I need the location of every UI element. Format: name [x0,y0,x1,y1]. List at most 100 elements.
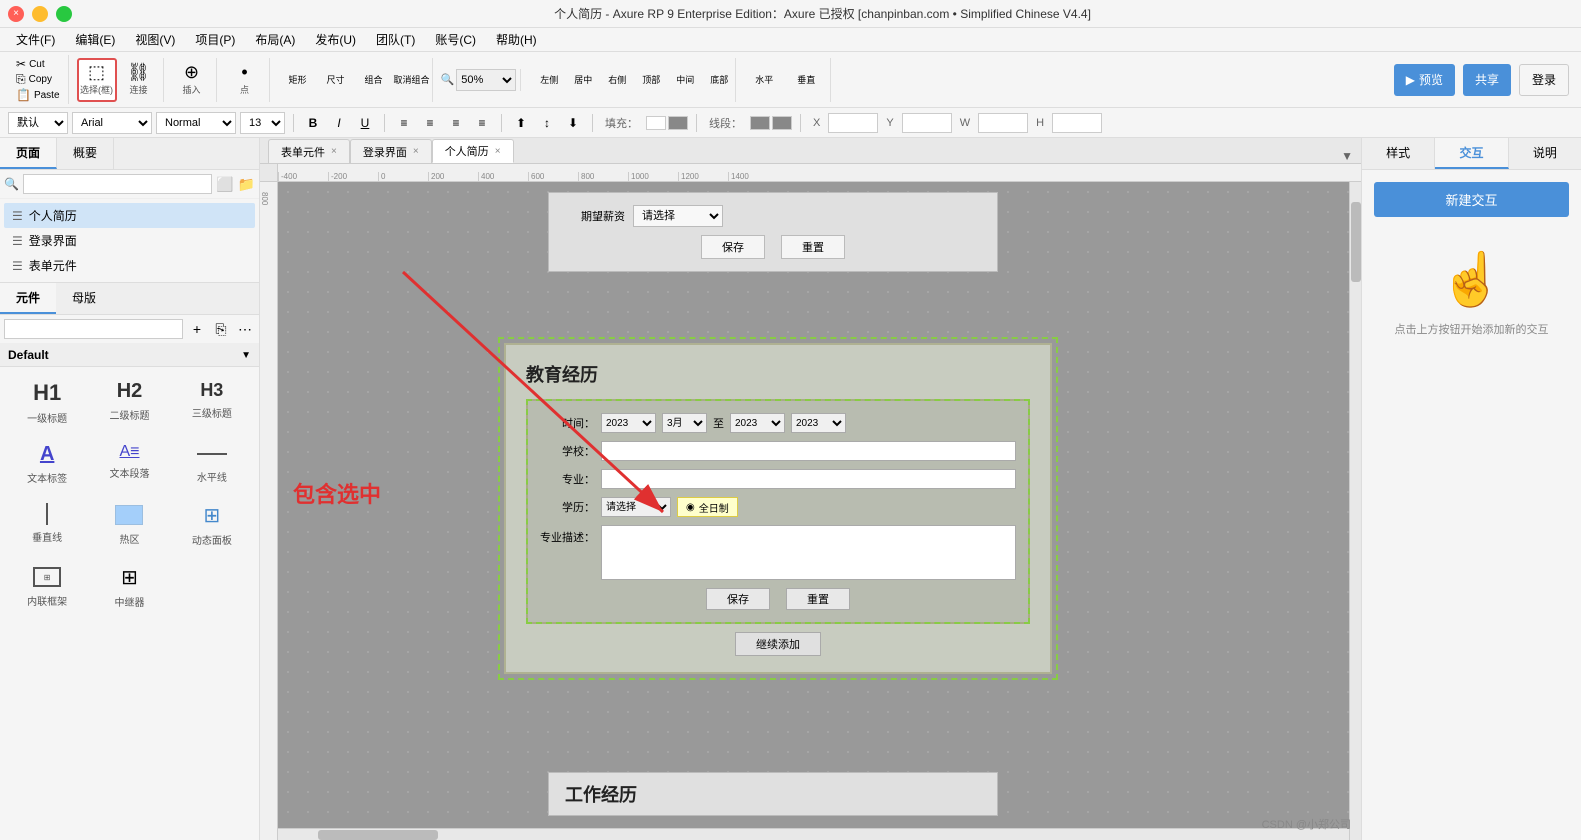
select-tool-button[interactable]: ⬚ 选择(框) [77,58,117,102]
component-v-line[interactable]: 垂直线 [8,494,86,552]
point-button[interactable]: • 点 [225,58,265,102]
tab-form-elements[interactable]: 表单元件 × [268,139,350,163]
desc-textarea[interactable] [601,525,1016,580]
tab-note[interactable]: 说明 [1509,138,1581,169]
preview-button[interactable]: ▶预览 [1394,64,1455,96]
menu-project[interactable]: 项目(P) [187,29,243,50]
distribute-v-button[interactable]: 垂直 [786,58,826,102]
valign-bottom-button[interactable]: ⬇ [562,112,584,134]
page-add-icon[interactable]: ⬜ [216,176,233,193]
salary-reset-button[interactable]: 重置 [781,235,845,259]
cut-button[interactable]: ✂Cut [16,57,60,71]
menu-view[interactable]: 视图(V) [127,29,183,50]
full-time-option[interactable]: ◉ 全日制 [677,497,738,517]
component-inline-frame[interactable]: ⊞ 内联框架 [8,556,86,614]
component-h-line[interactable]: 水平线 [173,434,251,490]
group-collapse-icon[interactable]: ▼ [241,350,251,361]
tab-masters[interactable]: 母版 [56,283,112,314]
minimize-button[interactable] [32,6,48,22]
menu-layout[interactable]: 布局(A) [247,29,303,50]
y-input[interactable] [902,113,952,133]
page-item-login[interactable]: ☰ 登录界面 [4,228,255,253]
menu-help[interactable]: 帮助(H) [488,29,545,50]
salary-select[interactable]: 请选择 [633,205,723,227]
underline-button[interactable]: U [354,112,376,134]
page-folder-icon[interactable]: 📁 [238,176,255,193]
time-month-from-select[interactable]: 3月 [662,413,707,433]
component-more-button[interactable]: ⋯ [235,319,255,339]
page-item-resume[interactable]: ☰ 个人简历 [4,203,255,228]
scrollbar-thumb-h[interactable] [318,830,438,840]
canvas-scroll[interactable]: 期望薪资 请选择 保存 重置 [278,182,1361,840]
justify-text-button[interactable]: ≡ [471,112,493,134]
tab-close-login[interactable]: × [413,146,419,157]
component-repeater[interactable]: ⊞ 中继器 [90,556,168,614]
h-input[interactable] [1052,113,1102,133]
page-search-input[interactable] [23,174,212,194]
salary-save-button[interactable]: 保存 [701,235,765,259]
menu-file[interactable]: 文件(F) [8,29,63,50]
x-input[interactable] [828,113,878,133]
tab-close-resume[interactable]: × [495,146,501,157]
scrollbar-thumb-v[interactable] [1351,202,1361,282]
component-h2[interactable]: H2 二级标题 [90,371,168,430]
insert-button[interactable]: ⊕ 插入 [172,58,212,102]
menu-team[interactable]: 团队(T) [368,29,423,50]
page-item-form[interactable]: ☰ 表单元件 [4,253,255,278]
school-input[interactable] [601,441,1016,461]
component-h3[interactable]: H3 三级标题 [173,371,251,430]
component-hotzone[interactable]: 热区 [90,494,168,552]
edu-save-button[interactable]: 保存 [706,588,770,610]
tab-interaction[interactable]: 交互 [1435,138,1508,169]
component-h1[interactable]: H1 一级标题 [8,371,86,430]
align-right-text-button[interactable]: ≡ [445,112,467,134]
component-text-paragraph[interactable]: A≡ 文本段落 [90,434,168,490]
group-button[interactable]: 组合 [354,58,394,102]
time-year-to-select[interactable]: 2023 [730,413,785,433]
fill-opacity-box[interactable] [668,116,688,130]
component-copy-button[interactable]: ⎘ [211,319,231,339]
align-bottom-button[interactable]: 底部 [699,58,739,102]
login-button[interactable]: 登录 [1519,64,1569,96]
valign-middle-button[interactable]: ↕ [536,112,558,134]
close-button[interactable]: × [8,6,24,22]
edu-add-button[interactable]: 继续添加 [735,632,821,656]
zoom-select[interactable]: 50% 100% 75% [456,69,516,91]
valign-top-button[interactable]: ⬆ [510,112,532,134]
tab-components[interactable]: 元件 [0,283,56,314]
italic-button[interactable]: I [328,112,350,134]
degree-select[interactable]: 请选择 [601,497,671,517]
new-interaction-button[interactable]: 新建交互 [1374,182,1569,217]
fill-color-box[interactable] [646,116,666,130]
align-left-text-button[interactable]: ≡ [393,112,415,134]
component-dynamic-panel[interactable]: ⊞ 动态面板 [173,494,251,552]
maximize-button[interactable] [56,6,72,22]
font-style-select[interactable]: Normal [156,112,236,134]
style-preset-select[interactable]: 默认 [8,112,68,134]
rect-button[interactable]: 矩形 [278,58,318,102]
edu-reset-button[interactable]: 重置 [786,588,850,610]
time-year-to2-select[interactable]: 2023 [791,413,846,433]
component-search-input[interactable] [4,319,183,339]
major-input[interactable] [601,469,1016,489]
menu-account[interactable]: 账号(C) [427,29,484,50]
w-input[interactable] [978,113,1028,133]
component-add-button[interactable]: + [187,319,207,339]
share-button[interactable]: 共享 [1463,64,1511,96]
horizontal-scrollbar[interactable] [278,828,1349,840]
tab-close-form[interactable]: × [331,146,337,157]
line-opacity-box[interactable] [772,116,792,130]
bold-button[interactable]: B [302,112,324,134]
tab-style[interactable]: 样式 [1362,138,1435,169]
menu-publish[interactable]: 发布(U) [307,29,364,50]
distribute-h-button[interactable]: 水平 [744,58,784,102]
tab-resume[interactable]: 个人简历 × [432,139,514,163]
menu-edit[interactable]: 编辑(E) [67,29,123,50]
size-button[interactable]: 尺寸 [316,58,356,102]
align-center-text-button[interactable]: ≡ [419,112,441,134]
component-text-label[interactable]: A 文本标签 [8,434,86,490]
ungroup-button[interactable]: 取消组合 [392,58,432,102]
tab-login[interactable]: 登录界面 × [350,139,432,163]
time-year-from-select[interactable]: 2023 [601,413,656,433]
vertical-scrollbar[interactable] [1349,182,1361,840]
